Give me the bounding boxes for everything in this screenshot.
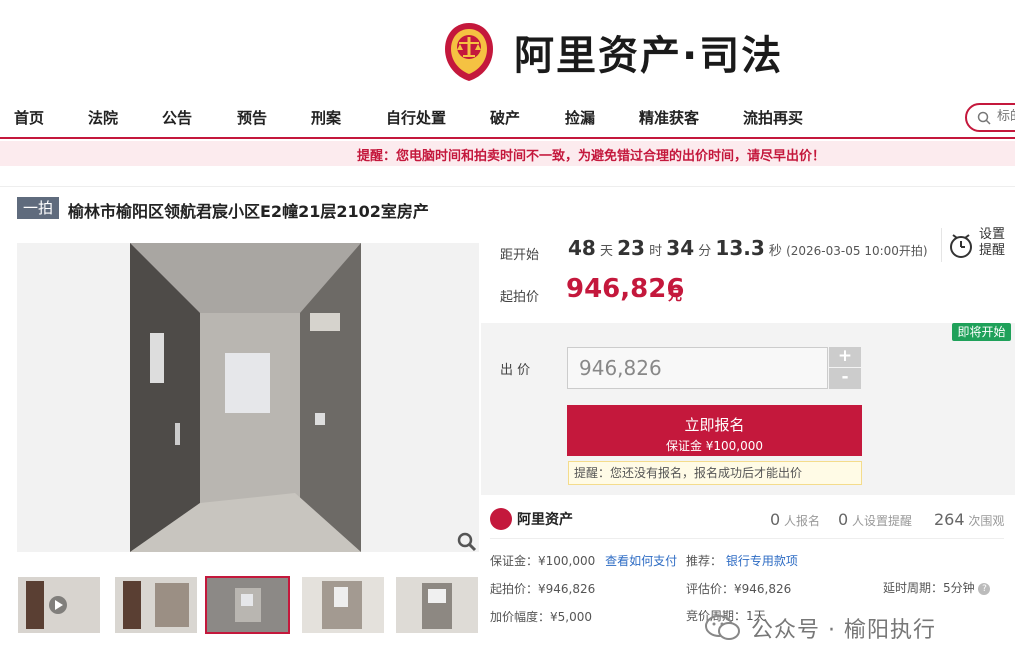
view-count-value: 264 — [934, 510, 965, 529]
nav-bargain[interactable]: 捡漏 — [565, 107, 595, 128]
ali-assets-icon — [490, 508, 512, 530]
thumbnail-3-selected[interactable] — [205, 576, 290, 634]
bid-amount-input[interactable]: 946,826 — [567, 347, 828, 389]
reminder-count: 0 人设置提醒 — [838, 510, 912, 529]
recommend-link[interactable]: 银行专用款项 — [726, 554, 798, 568]
zoom-icon[interactable] — [455, 530, 479, 554]
nav-court[interactable]: 法院 — [88, 107, 118, 128]
thumbnail-image — [18, 577, 100, 633]
search-box[interactable] — [965, 103, 1015, 132]
signup-deposit: 保证金 ¥100,000 — [665, 438, 764, 453]
countdown-minutes: 34 — [666, 236, 695, 260]
recommend-label: 推荐： — [686, 554, 723, 568]
reminder-count-value: 0 — [838, 510, 849, 529]
main-nav: 首页 法院 公告 预告 刑案 自行处置 破产 捡漏 精准获客 流拍再买 — [0, 101, 1015, 139]
divider — [490, 538, 1004, 539]
deposit-info: 保证金：¥100,000 查看如何支付 — [490, 552, 677, 569]
nav-notice[interactable]: 公告 — [162, 107, 192, 128]
set-reminder-link[interactable]: 设置 提醒 — [979, 227, 1005, 259]
start-price-value: 946,826 — [566, 274, 685, 304]
view-count: 264 次围观 — [934, 510, 1004, 529]
thumbnail-image — [207, 578, 288, 632]
nav-home[interactable]: 首页 — [14, 107, 44, 128]
time-warning-text: 提醒：您电脑时间和拍卖时间不一致，为避免错过合理的出价时间，请尽早出价！ — [357, 149, 826, 164]
status-badge: 即将开始 — [952, 323, 1011, 341]
countdown-seconds: 13.3 — [715, 236, 765, 260]
nav-self-disposal[interactable]: 自行处置 — [386, 107, 446, 128]
countdown-seconds-unit: 秒 — [768, 244, 782, 259]
wechat-icon — [705, 615, 740, 640]
signup-count: 0 人报名 — [770, 510, 820, 529]
corridor-photo — [130, 243, 361, 552]
countdown: 48 天 23 时 34 分 13.3 秒 (2026-03-05 10:00开… — [568, 236, 928, 260]
signup-count-label: 人报名 — [784, 514, 821, 528]
deposit-text: 保证金：¥100,000 — [490, 554, 596, 568]
countdown-label: 距开始 — [500, 248, 540, 263]
signup-label: 立即报名 — [684, 415, 745, 434]
thumbnail-1[interactable] — [18, 577, 100, 633]
main-photo[interactable] — [17, 243, 479, 552]
signup-count-value: 0 — [770, 510, 781, 529]
delay-info: 延时周期：5分钟 ? — [883, 579, 991, 596]
delay-text: 延时周期：5分钟 — [883, 581, 975, 595]
bid-label: 出 价 — [500, 363, 531, 378]
court-emblem-icon — [445, 23, 493, 81]
thumbnail-image — [115, 577, 197, 633]
signup-tip: 提醒：您还没有报名，报名成功后才能出价 — [568, 461, 862, 485]
nav-bankruptcy[interactable]: 破产 — [490, 107, 520, 128]
ali-assets-name: 阿里资产 — [517, 512, 573, 528]
help-icon[interactable]: ? — [978, 582, 991, 595]
start-price-unit: 元 — [668, 288, 682, 304]
search-input[interactable] — [997, 109, 1015, 124]
alarm-clock-icon[interactable] — [948, 232, 974, 260]
start-price-info: 起拍价：¥946,826 — [490, 582, 596, 596]
countdown-minutes-unit: 分 — [698, 244, 712, 259]
countdown-days: 48 — [568, 236, 596, 260]
divider — [0, 186, 1015, 187]
countdown-days-unit: 天 — [599, 244, 613, 259]
reminder-count-label: 人设置提醒 — [852, 514, 913, 528]
thumbnail-image — [396, 577, 478, 633]
search-icon — [977, 111, 991, 125]
logo-text: 阿里资产·司法 — [514, 33, 784, 79]
watermark-text: 公众号 · 榆阳执行 — [751, 618, 936, 643]
wechat-watermark: 公众号 · 榆阳执行 — [705, 612, 936, 644]
ali-assets-logo: 阿里资产 — [490, 508, 573, 530]
start-time: (2026-03-05 10:00开拍) — [786, 244, 928, 258]
increment-info: 加价幅度：¥5,000 — [490, 610, 592, 624]
auction-round-tag: 一拍 — [17, 197, 59, 219]
decrease-bid-button[interactable]: - — [829, 368, 861, 389]
site-logo[interactable]: 阿里资产·司法 — [442, 20, 783, 84]
increase-bid-button[interactable]: + — [829, 347, 861, 367]
nav-criminal[interactable]: 刑案 — [311, 107, 341, 128]
view-count-label: 次围观 — [968, 514, 1005, 528]
recommend-info: 推荐： 银行专用款项 — [686, 552, 798, 569]
thumbnail-image — [302, 577, 384, 633]
thumbnail-2[interactable] — [115, 577, 197, 633]
nav-failed-auction[interactable]: 流拍再买 — [743, 107, 803, 128]
thumbnail-5[interactable] — [396, 577, 478, 633]
item-title: 榆林市榆阳区领航君宸小区E2幢21层2102室房产 — [68, 202, 429, 221]
start-price-label: 起拍价 — [500, 290, 540, 305]
appraisal-info: 评估价：¥946,826 — [686, 582, 792, 596]
countdown-hours: 23 — [617, 236, 645, 260]
time-warning-bar: 提醒：您电脑时间和拍卖时间不一致，为避免错过合理的出价时间，请尽早出价！ — [0, 141, 1015, 166]
divider — [941, 228, 942, 262]
nav-precision-leads[interactable]: 精准获客 — [639, 107, 699, 128]
how-to-pay-link[interactable]: 查看如何支付 — [605, 554, 677, 568]
nav-preview[interactable]: 预告 — [237, 107, 267, 128]
thumbnail-4[interactable] — [302, 577, 384, 633]
signup-button[interactable]: 立即报名 保证金 ¥100,000 — [567, 405, 862, 456]
countdown-hours-unit: 时 — [649, 244, 663, 259]
